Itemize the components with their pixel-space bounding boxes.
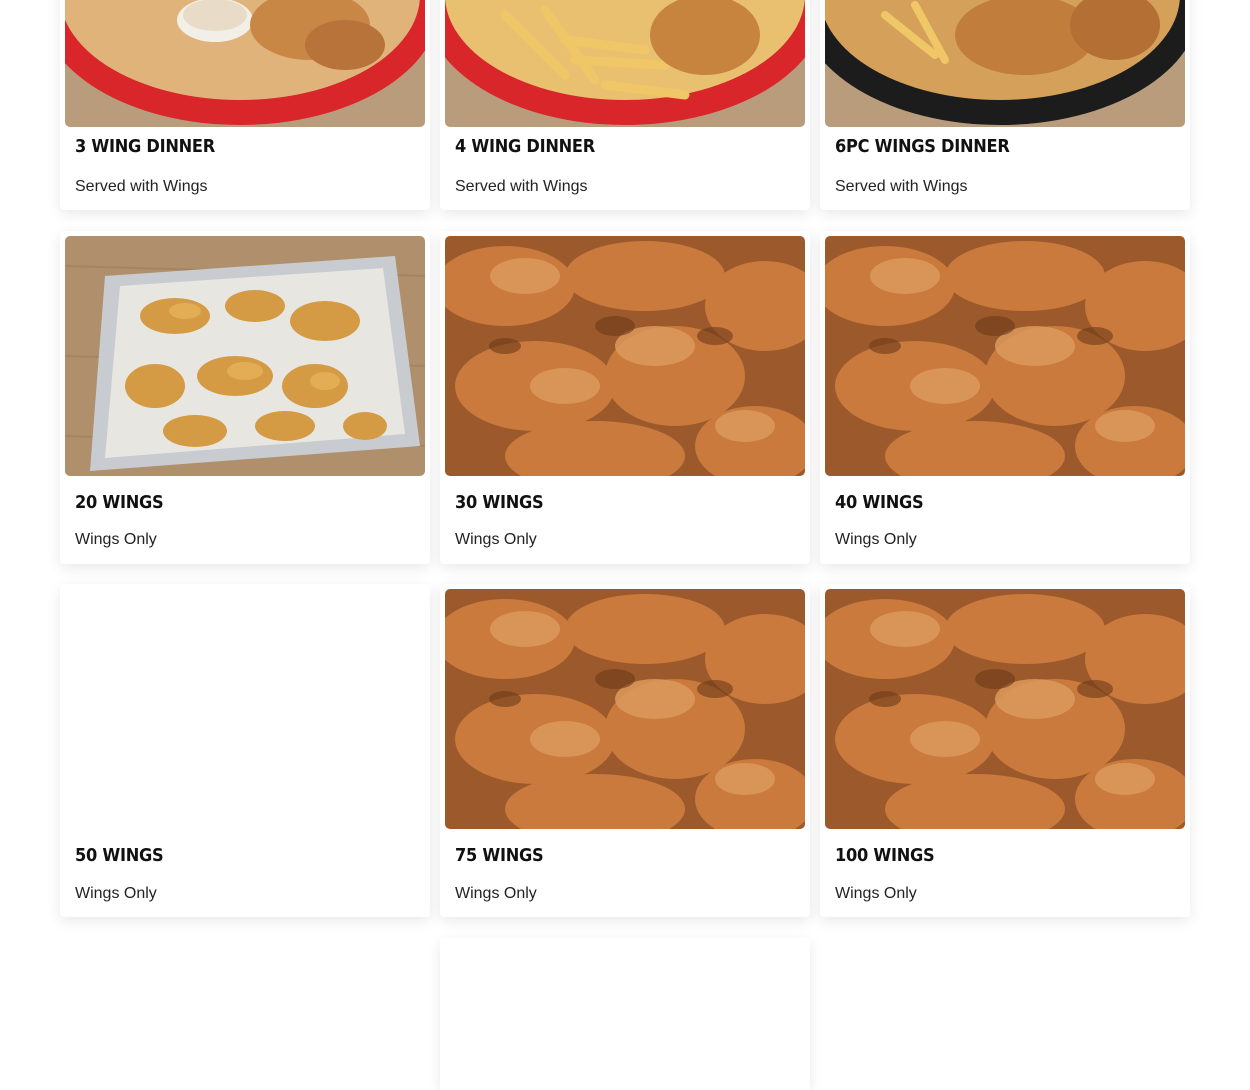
menu-item-description: Wings Only [455, 531, 537, 548]
menu-item-title: 20 WINGS [75, 492, 164, 513]
menu-item-title: 40 WINGS [835, 492, 924, 513]
menu-item-card[interactable]: 4 WING DINNER Served with Wings [440, 0, 810, 210]
menu-item-title: 6PC WINGS DINNER [835, 136, 1010, 157]
menu-item-image [445, 0, 805, 127]
menu-item-image [65, 236, 425, 476]
menu-item-image [445, 236, 805, 476]
menu-item-image [445, 589, 805, 829]
menu-item-title: 75 WINGS [455, 845, 544, 866]
menu-item-card[interactable]: 30 WINGS Wings Only [440, 231, 810, 564]
menu-item-description: Wings Only [75, 531, 157, 548]
menu-item-image [825, 236, 1185, 476]
menu-item-card[interactable]: 40 WINGS Wings Only [820, 231, 1190, 564]
menu-item-card[interactable]: 3 WING DINNER Served with Wings [60, 0, 430, 210]
menu-item-title: 100 WINGS [835, 845, 935, 866]
menu-item-card[interactable]: 6PC WINGS DINNER Served with Wings [820, 0, 1190, 210]
menu-item-title: 3 WING DINNER [75, 136, 215, 157]
menu-item-card[interactable] [440, 938, 810, 1090]
menu-item-description: Wings Only [835, 531, 917, 548]
menu-item-description: Wings Only [835, 885, 917, 902]
menu-item-card[interactable]: 75 WINGS Wings Only [440, 584, 810, 917]
menu-item-description: Served with Wings [75, 178, 208, 195]
menu-item-description: Wings Only [75, 885, 157, 902]
menu-item-image [825, 0, 1185, 127]
menu-item-description: Served with Wings [835, 178, 968, 195]
menu-item-image [65, 0, 425, 127]
menu-item-image [65, 589, 425, 829]
menu-item-title: 30 WINGS [455, 492, 544, 513]
menu-item-image [825, 589, 1185, 829]
menu-item-card[interactable]: 100 WINGS Wings Only [820, 584, 1190, 917]
menu-item-title: 50 WINGS [75, 845, 164, 866]
menu-item-card[interactable]: 20 WINGS Wings Only [60, 231, 430, 564]
menu-item-title: 4 WING DINNER [455, 136, 595, 157]
menu-item-description: Wings Only [455, 885, 537, 902]
menu-item-description: Served with Wings [455, 178, 588, 195]
menu-item-card[interactable]: 50 WINGS Wings Only [60, 584, 430, 917]
